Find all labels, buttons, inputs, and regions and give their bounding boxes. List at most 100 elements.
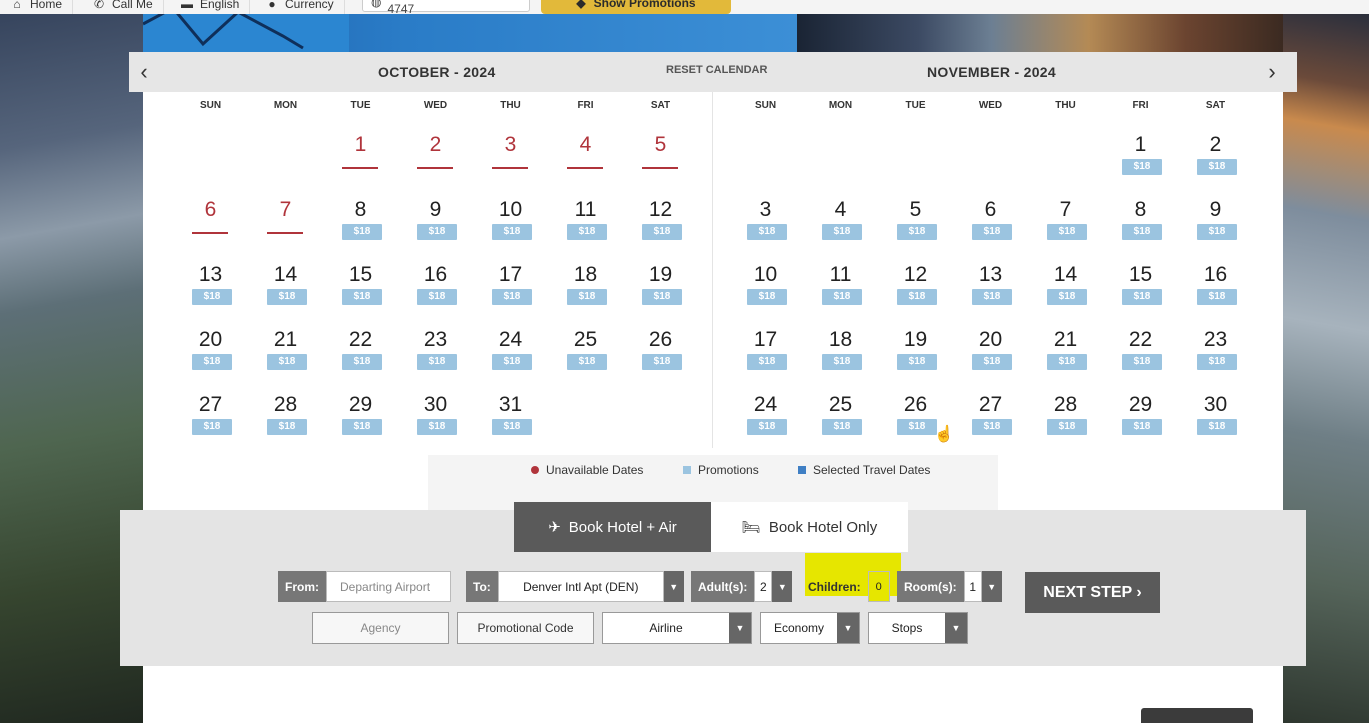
calendar-day[interactable]: 8 $18 <box>323 181 398 246</box>
chat-widget-tab[interactable] <box>1141 708 1253 723</box>
calendar-day[interactable]: 22 $18 <box>1103 311 1178 376</box>
calendar-day[interactable]: 29 $18 <box>1103 376 1178 441</box>
destination-select[interactable]: Denver Intl Apt (DEN) <box>497 571 664 602</box>
calendar-day[interactable]: 13 $18 <box>953 246 1028 311</box>
nav-currency[interactable]: ● Currency <box>255 0 345 14</box>
calendar-day[interactable]: 18 $18 <box>548 246 623 311</box>
calendar-day[interactable]: 14 $18 <box>1028 246 1103 311</box>
calendar-day[interactable]: 13 $18 <box>173 246 248 311</box>
calendar-day[interactable]: 9 $18 <box>1178 181 1253 246</box>
calendar-day[interactable]: 8 $18 <box>1103 181 1178 246</box>
calendar-day[interactable]: 22 $18 <box>323 311 398 376</box>
calendar-day[interactable]: 23 $18 <box>1178 311 1253 376</box>
day-number: 6 <box>984 198 997 221</box>
adults-label: Adult(s): <box>691 571 755 602</box>
destination-caret-icon[interactable]: ▼ <box>663 571 684 602</box>
calendar-day[interactable]: 24 $18 <box>728 376 803 441</box>
calendar-day[interactable]: 12 $18 <box>878 246 953 311</box>
calendar-day[interactable]: 29 $18 <box>323 376 398 441</box>
calendar-day[interactable]: 17 $18 <box>473 246 548 311</box>
calendar-day-empty <box>803 116 878 181</box>
calendar-day[interactable]: 6 $18 <box>953 181 1028 246</box>
day-number: 25 <box>828 393 853 416</box>
calendar-day[interactable]: 20 $18 <box>953 311 1028 376</box>
children-select[interactable]: 0 <box>867 571 890 602</box>
calendar-day[interactable]: 28 $18 <box>1028 376 1103 441</box>
calendar-day[interactable]: 21 $18 <box>248 311 323 376</box>
day-price-badge: $18 <box>192 419 232 435</box>
calendar-day[interactable]: 20 $18 <box>173 311 248 376</box>
calendar-day[interactable]: 21 $18 <box>1028 311 1103 376</box>
calendar-day[interactable]: 27 $18 <box>173 376 248 441</box>
calendar-day[interactable]: 12 $18 <box>623 181 698 246</box>
cabin-select[interactable]: Economy ▼ <box>760 612 860 644</box>
calendar-day[interactable]: 15 $18 <box>323 246 398 311</box>
day-price-badge: $18 <box>192 289 232 305</box>
next-month-button[interactable]: › <box>1260 60 1284 84</box>
calendar-day[interactable]: 11 $18 <box>548 181 623 246</box>
calendar-day[interactable]: 16 $18 <box>1178 246 1253 311</box>
calendar-day[interactable]: 9 $18 <box>398 181 473 246</box>
calendar-day[interactable]: 14 $18 <box>248 246 323 311</box>
nav-home[interactable]: ⌂ Home <box>0 0 74 14</box>
show-promotions-button[interactable]: ◆ Show Promotions <box>541 0 731 14</box>
stops-select[interactable]: Stops ▼ <box>868 612 968 644</box>
airline-select[interactable]: Airline ▼ <box>602 612 752 644</box>
calendar-day[interactable]: 4 $18 <box>803 181 878 246</box>
day-number: 22 <box>1128 328 1153 351</box>
day-price-badge: $18 <box>492 289 532 305</box>
calendar-day[interactable]: 30 $18 <box>398 376 473 441</box>
day-price-badge: $18 <box>897 354 937 370</box>
rooms-caret-icon[interactable]: ▼ <box>981 571 1002 602</box>
calendar-day[interactable]: 27 $18 <box>953 376 1028 441</box>
day-number: 15 <box>1128 263 1153 286</box>
day-number: 5 <box>909 198 922 221</box>
nav-language[interactable]: ▬ English <box>170 0 251 14</box>
prev-month-button[interactable]: ‹ <box>132 60 156 84</box>
promo-code-button[interactable]: Promotional Code <box>457 612 594 644</box>
calendar-day-unavailable: 1 <box>323 116 398 181</box>
rooms-select[interactable]: 1 <box>963 571 982 602</box>
agency-button[interactable]: Agency <box>312 612 449 644</box>
month-grid-november: SUN MON TUE WED THU FRI SAT 1 $18 2 $18 3 $18 4 $18 5 $1… <box>728 100 1253 441</box>
tab-book-hotel-only[interactable]: 🛏 Book Hotel Only <box>711 502 908 552</box>
adults-select[interactable]: 2 <box>754 571 773 602</box>
tab-book-hotel-air[interactable]: ✈ Book Hotel + Air <box>514 502 711 552</box>
banner-photo <box>797 14 1283 52</box>
adults-caret-icon[interactable]: ▼ <box>772 571 793 602</box>
calendar-day[interactable]: 18 $18 <box>803 311 878 376</box>
calendar-day[interactable]: 10 $18 <box>473 181 548 246</box>
calendar-day[interactable]: 16 $18 <box>398 246 473 311</box>
call-number-select[interactable]: ◍ Call US +1-303-474-4747 <box>362 0 530 14</box>
calendar-day[interactable]: 17 $18 <box>728 311 803 376</box>
calendar-day[interactable]: 25 $18 <box>803 376 878 441</box>
day-price-badge: $18 <box>417 419 457 435</box>
show-promotions-label: Show Promotions <box>593 0 696 10</box>
nav-call-me[interactable]: ✆ Call Me <box>82 0 164 14</box>
calendar-day[interactable]: 15 $18 <box>1103 246 1178 311</box>
calendar-day[interactable]: 11 $18 <box>803 246 878 311</box>
calendar-day[interactable]: 2 $18 <box>1178 116 1253 181</box>
calendar-day[interactable]: 5 $18 <box>878 181 953 246</box>
calendar-day[interactable]: 30 $18 <box>1178 376 1253 441</box>
day-number: 21 <box>273 328 298 351</box>
calendar-day[interactable]: 26 $18 <box>623 311 698 376</box>
calendar-day[interactable]: 28 $18 <box>248 376 323 441</box>
calendar-day[interactable]: 1 $18 <box>1103 116 1178 181</box>
calendar-day[interactable]: 19 $18 <box>623 246 698 311</box>
calendar-day[interactable]: 10 $18 <box>728 246 803 311</box>
calendar-day[interactable]: 24 $18 <box>473 311 548 376</box>
week-row: 20 $18 21 $18 22 $18 23 $18 24 $18 25 $18 26 $18 <box>173 311 698 376</box>
calendar-day[interactable]: 7 $18 <box>1028 181 1103 246</box>
calendar-day[interactable]: 23 $18 <box>398 311 473 376</box>
calendar-day[interactable]: 31 $18 <box>473 376 548 441</box>
reset-calendar-button[interactable]: RESET CALENDAR <box>666 64 767 76</box>
calendar-day[interactable]: 19 $18 <box>878 311 953 376</box>
day-price-badge: $18 <box>1122 159 1162 175</box>
next-step-button[interactable]: NEXT STEP › <box>1025 572 1160 613</box>
calendar-day[interactable]: 25 $18 <box>548 311 623 376</box>
day-number: 4 <box>834 198 847 221</box>
departing-airport-input[interactable]: Departing Airport <box>326 571 451 602</box>
day-price-badge: $18 <box>972 224 1012 240</box>
calendar-day[interactable]: 3 $18 <box>728 181 803 246</box>
